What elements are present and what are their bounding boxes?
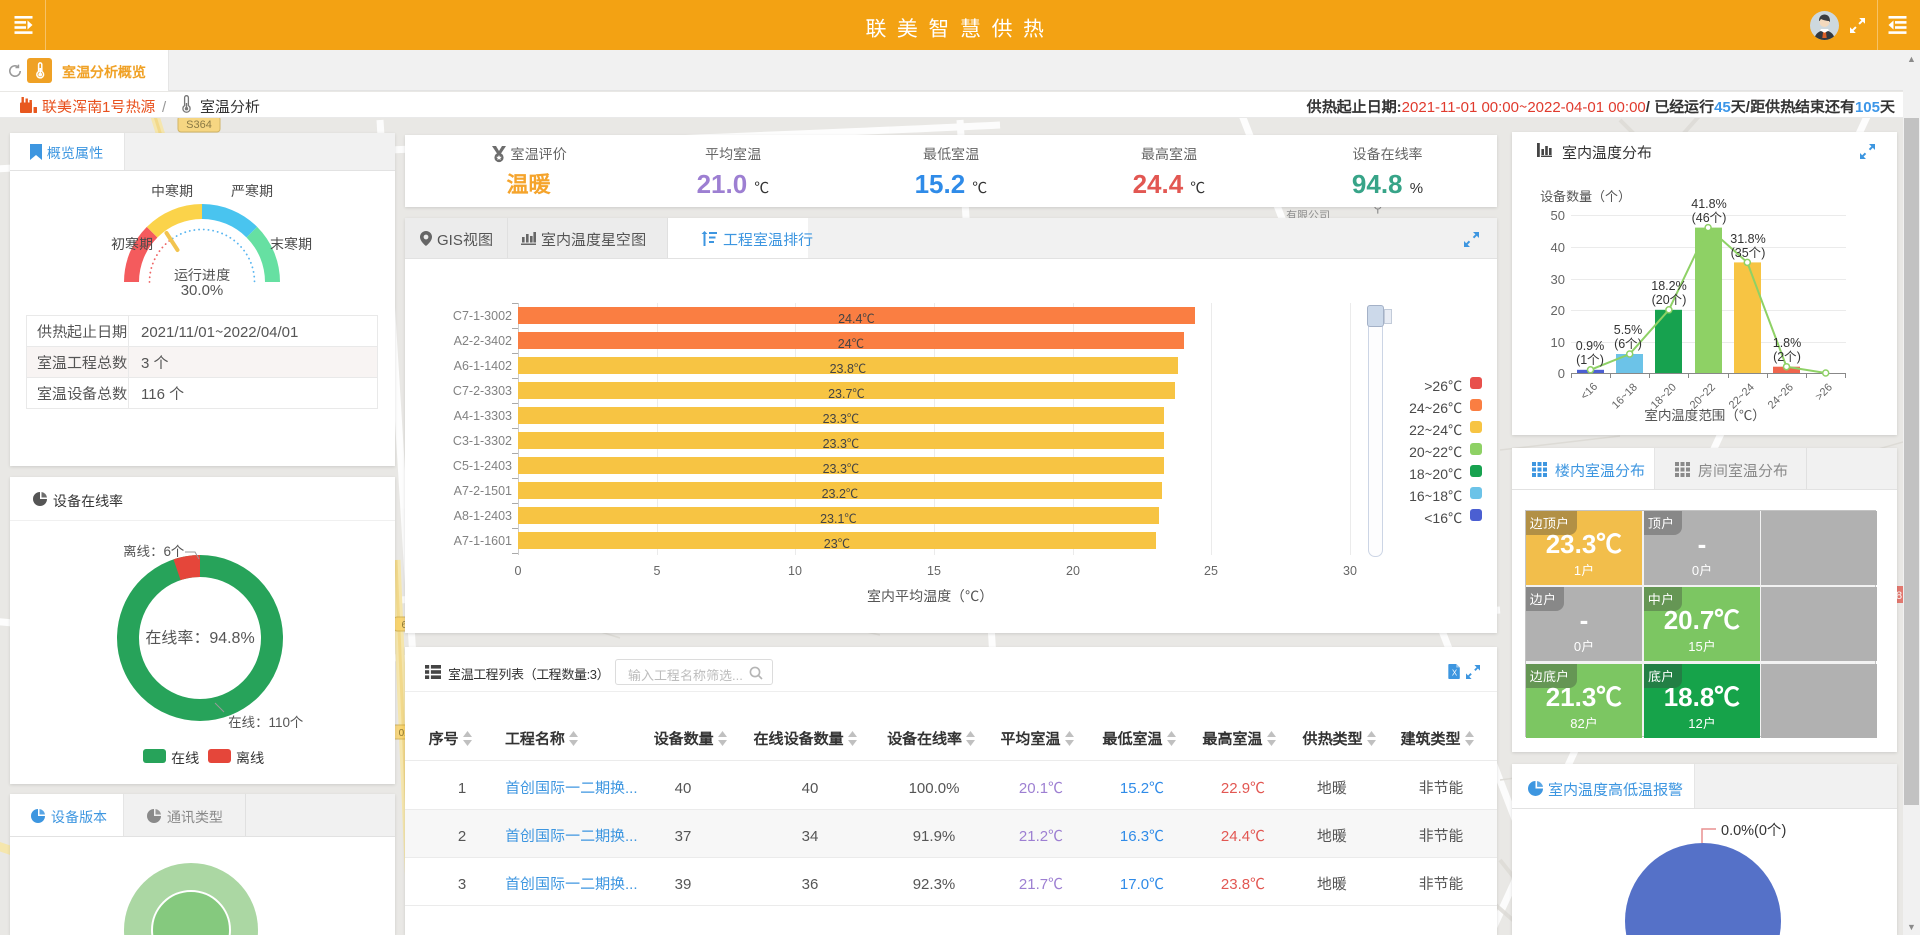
svg-text:(6个): (6个) bbox=[1614, 333, 1642, 352]
svg-text:0: 0 bbox=[1558, 363, 1565, 382]
svg-text:20: 20 bbox=[1551, 300, 1565, 319]
svg-text:10: 10 bbox=[1551, 332, 1565, 351]
svg-text:(35个): (35个) bbox=[1731, 242, 1766, 261]
svg-text:24~26: 24~26 bbox=[1764, 379, 1797, 412]
svg-text:30.0%: 30.0% bbox=[181, 279, 224, 300]
svg-text:50: 50 bbox=[1551, 205, 1565, 224]
svg-text:室内温度范围（℃）: 室内温度范围（℃） bbox=[1644, 404, 1766, 424]
svg-text:40: 40 bbox=[1551, 237, 1565, 256]
svg-text:末寒期: 末寒期 bbox=[270, 234, 312, 254]
svg-text:(20个): (20个) bbox=[1652, 289, 1687, 308]
svg-text:(2个): (2个) bbox=[1773, 346, 1801, 365]
svg-text:中寒期: 中寒期 bbox=[151, 181, 193, 201]
svg-text:>26: >26 bbox=[1811, 379, 1836, 404]
svg-text:在线率：94.8%: 在线率：94.8% bbox=[145, 624, 254, 648]
svg-text:S364: S364 bbox=[186, 119, 212, 131]
svg-text:<16: <16 bbox=[1576, 379, 1601, 404]
svg-text:(1个): (1个) bbox=[1576, 349, 1604, 368]
svg-text:严寒期: 严寒期 bbox=[231, 181, 273, 201]
svg-text:30: 30 bbox=[1551, 269, 1565, 288]
svg-text:在线：110个: 在线：110个 bbox=[228, 711, 304, 731]
svg-text:初寒期: 初寒期 bbox=[111, 234, 153, 254]
svg-text:X: X bbox=[1452, 668, 1458, 677]
svg-text:(46个): (46个) bbox=[1692, 207, 1727, 226]
svg-text:设备数量（个）: 设备数量（个） bbox=[1540, 186, 1631, 205]
svg-text:0.0%(0个): 0.0%(0个) bbox=[1721, 819, 1786, 840]
svg-text:离线：6个: 离线：6个 bbox=[123, 540, 185, 560]
svg-text:16~18: 16~18 bbox=[1608, 379, 1641, 412]
